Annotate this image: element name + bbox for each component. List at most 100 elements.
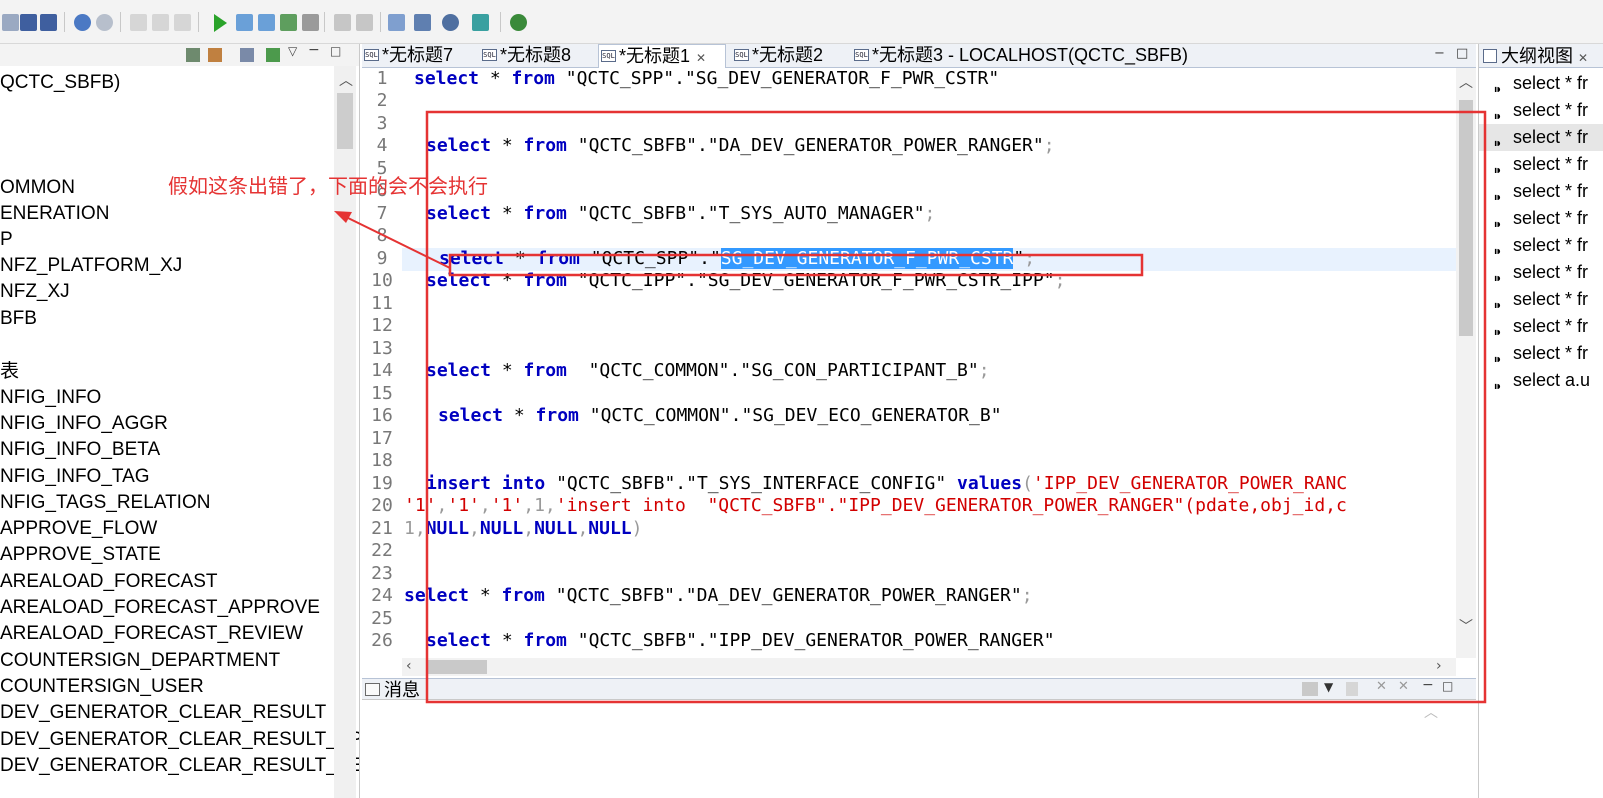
- panel-menu-icon[interactable]: [1302, 682, 1318, 696]
- code-line-20[interactable]: '1','1','1',1,'insert into "QCTC_SBFB"."…: [404, 495, 1347, 517]
- tree-item[interactable]: NFIG_TAGS_RELATION: [0, 490, 210, 516]
- outline-item[interactable]: ⁍ select * fr: [1479, 286, 1603, 316]
- explain-icon[interactable]: [280, 14, 297, 31]
- save-icon[interactable]: [20, 14, 37, 31]
- clear-all-icon[interactable]: ✕: [1398, 679, 1409, 694]
- paste-icon[interactable]: [174, 14, 191, 31]
- tab-untitled-8[interactable]: SQL *无标题8: [480, 44, 571, 68]
- copy-icon[interactable]: [152, 14, 169, 31]
- outline-item[interactable]: ⁍ select * fr: [1479, 259, 1603, 289]
- link-icon[interactable]: [266, 48, 280, 62]
- tree-item[interactable]: DEV_GENERATOR_CLEAR_RESULT_APP: [0, 727, 359, 753]
- refresh-icon[interactable]: [208, 48, 222, 62]
- tree-item[interactable]: NFIG_INFO_BETA: [0, 437, 160, 463]
- minimize-editor-icon[interactable]: −: [1434, 46, 1445, 61]
- new-file-icon[interactable]: [2, 14, 19, 31]
- editor-vertical-thumb[interactable]: [1459, 100, 1473, 336]
- debug-run-icon[interactable]: [472, 14, 489, 31]
- editor-horizontal-scrollbar[interactable]: ‹ ›: [402, 658, 1456, 676]
- outline-item-selected[interactable]: ⁍ select * fr: [1479, 124, 1603, 154]
- tab-untitled-7[interactable]: SQL *无标题7: [362, 44, 453, 68]
- scroll-up-icon[interactable]: ︿: [1424, 702, 1438, 722]
- tab-untitled-2[interactable]: SQL *无标题2: [732, 44, 823, 68]
- tree-item[interactable]: NFIG_INFO_TAG: [0, 464, 150, 490]
- tree-item[interactable]: NFIG_INFO: [0, 385, 101, 411]
- maximize-icon[interactable]: □: [330, 44, 341, 58]
- outline-item[interactable]: ⁍ select * fr: [1479, 205, 1603, 235]
- code-line-21[interactable]: 1,NULL,NULL,NULL,NULL): [404, 518, 643, 540]
- maximize-panel-icon[interactable]: □: [1442, 679, 1453, 693]
- history-icon[interactable]: [388, 14, 405, 31]
- scroll-left-icon[interactable]: ‹: [406, 658, 412, 674]
- pin-icon[interactable]: [1346, 682, 1358, 696]
- messages-content[interactable]: ︿: [362, 700, 1476, 798]
- tab-untitled-3[interactable]: SQL *无标题3 - LOCALHOST(QCTC_SBFB): [852, 44, 1188, 68]
- outline-item[interactable]: ⁍ select * fr: [1479, 232, 1603, 262]
- tree-item[interactable]: AREALOAD_FORECAST: [0, 569, 218, 595]
- tree-item[interactable]: AREALOAD_FORECAST_REVIEW: [0, 621, 303, 647]
- tree-item[interactable]: NFIG_INFO_AGGR: [0, 411, 168, 437]
- tree-item[interactable]: BFB: [0, 306, 37, 332]
- code-line-7[interactable]: select * from "QCTC_SBFB"."T_SYS_AUTO_MA…: [426, 203, 935, 225]
- dropdown-icon[interactable]: ▼: [1324, 680, 1333, 694]
- tree-item[interactable]: NFZ_XJ: [0, 279, 70, 305]
- tree-scroll-thumb[interactable]: [337, 93, 353, 149]
- tree-item[interactable]: APPROVE_FLOW: [0, 516, 157, 542]
- scroll-right-icon[interactable]: ›: [1436, 658, 1442, 674]
- run-script-icon[interactable]: [236, 14, 253, 31]
- panel-icon[interactable]: [240, 48, 254, 62]
- code-line-14[interactable]: select * from "QCTC_COMMON"."SG_CON_PART…: [426, 360, 990, 382]
- tab-untitled-1[interactable]: SQL *无标题1 ✕: [598, 44, 726, 68]
- code-line-19[interactable]: insert into "QCTC_SBFB"."T_SYS_INTERFACE…: [426, 473, 1347, 495]
- format-icon[interactable]: [334, 14, 351, 31]
- minimize-panel-icon[interactable]: −: [1422, 677, 1434, 693]
- code-line-4[interactable]: select * from "QCTC_SBFB"."DA_DEV_GENERA…: [426, 135, 1055, 157]
- run-icon[interactable]: [214, 14, 227, 32]
- connect-icon[interactable]: [442, 14, 459, 31]
- code-line-24[interactable]: select * from "QCTC_SBFB"."DA_DEV_GENERA…: [404, 585, 1033, 607]
- view-menu-icon[interactable]: ▽: [288, 44, 297, 58]
- undo-icon[interactable]: [74, 14, 91, 31]
- tree-item[interactable]: DEV_GENERATOR_CLEAR_RESULT_REVI: [0, 753, 359, 779]
- outline-item[interactable]: ⁍ select * fr: [1479, 340, 1603, 370]
- scroll-down-icon[interactable]: ﹀: [1459, 616, 1473, 636]
- tree-item[interactable]: OMMON: [0, 175, 75, 201]
- tab-messages[interactable]: 消息: [362, 679, 420, 701]
- clear-icon[interactable]: ✕: [1376, 679, 1387, 694]
- tree-item[interactable]: ENERATION: [0, 201, 109, 227]
- tree-item[interactable]: APPROVE_STATE: [0, 542, 161, 568]
- scroll-up-icon[interactable]: ︿: [1459, 72, 1473, 92]
- outline-item[interactable]: ⁍ select * fr: [1479, 151, 1603, 181]
- scroll-up-icon[interactable]: ︿: [339, 70, 353, 90]
- tree-item[interactable]: NFZ_PLATFORM_XJ: [0, 253, 182, 279]
- redo-icon[interactable]: [96, 14, 113, 31]
- outline-item[interactable]: ⁍ select * fr: [1479, 70, 1603, 100]
- code-line-9[interactable]: select * from "QCTC_SPP"."SG_DEV_GENERAT…: [439, 248, 1035, 270]
- code-line-1[interactable]: select * from "QCTC_SPP"."SG_DEV_GENERAT…: [414, 68, 999, 90]
- selected-text[interactable]: SG_DEV_GENERATOR_F_PWR_CSTR: [720, 248, 1014, 269]
- outline-item[interactable]: ⁍ select * fr: [1479, 97, 1603, 127]
- tree-item[interactable]: AREALOAD_FORECAST_APPROVE: [0, 595, 320, 621]
- code-line-10[interactable]: select * from "QCTC_IPP"."SG_DEV_GENERAT…: [426, 270, 1065, 292]
- outline-item[interactable]: ⁍ select a.u: [1479, 367, 1603, 397]
- outline-item[interactable]: ⁍ select * fr: [1479, 313, 1603, 343]
- tree-item[interactable]: P: [0, 227, 13, 253]
- minimize-icon[interactable]: −: [308, 44, 320, 58]
- editor-horizontal-thumb[interactable]: [427, 660, 487, 674]
- tree-item[interactable]: QCTC_SBFB): [0, 70, 120, 96]
- sql-editor[interactable]: 1 2 3 4 5 6 7 8 9 10 11 12 13 14 15 16 1…: [362, 68, 1476, 676]
- code-line-26[interactable]: select * from "QCTC_SBFB"."IPP_DEV_GENER…: [426, 630, 1055, 652]
- tree-item[interactable]: 表: [0, 359, 19, 385]
- code-line-16[interactable]: select * from "QCTC_COMMON"."SG_DEV_ECO_…: [438, 405, 1002, 427]
- tree-item[interactable]: COUNTERSIGN_USER: [0, 674, 204, 700]
- run-selected-icon[interactable]: [258, 14, 275, 31]
- filter-icon[interactable]: [186, 48, 200, 62]
- close-outline-icon[interactable]: ✕: [1578, 51, 1588, 65]
- tree-item[interactable]: DEV_GENERATOR_CLEAR_RESULT: [0, 700, 326, 726]
- cut-icon[interactable]: [130, 14, 147, 31]
- tree-item[interactable]: COUNTERSIGN_DEPARTMENT: [0, 648, 280, 674]
- stop-icon[interactable]: [302, 14, 319, 31]
- close-tab-icon[interactable]: ✕: [696, 51, 706, 65]
- comment-icon[interactable]: [356, 14, 373, 31]
- bug-icon[interactable]: [510, 14, 527, 31]
